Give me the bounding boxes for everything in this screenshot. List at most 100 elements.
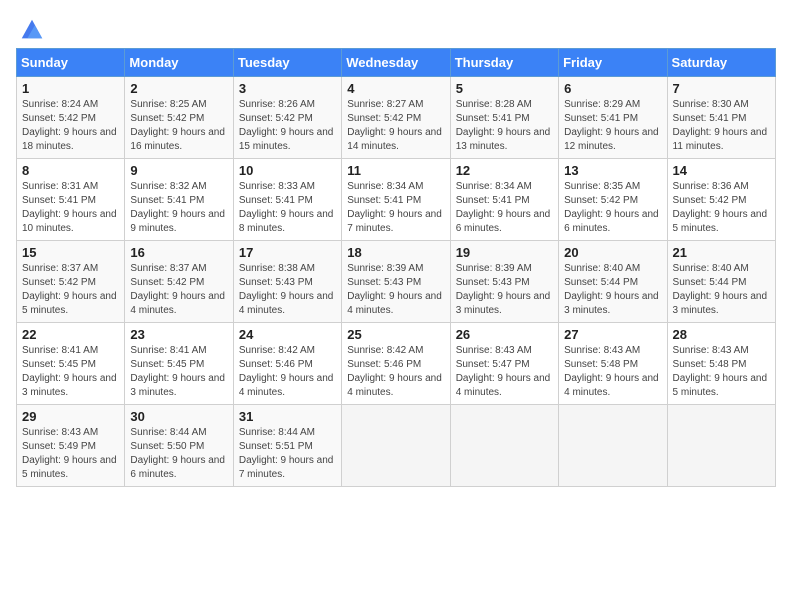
weekday-header-saturday: Saturday xyxy=(667,49,775,77)
day-number: 17 xyxy=(239,245,336,260)
day-number: 7 xyxy=(673,81,770,96)
weekday-header-thursday: Thursday xyxy=(450,49,558,77)
cell-info: Sunrise: 8:43 AM Sunset: 5:47 PM Dayligh… xyxy=(456,344,553,400)
day-number: 10 xyxy=(239,163,336,178)
cell-info: Sunrise: 8:37 AM Sunset: 5:42 PM Dayligh… xyxy=(22,262,119,318)
cell-info: Sunrise: 8:42 AM Sunset: 5:46 PM Dayligh… xyxy=(347,344,444,400)
day-number: 23 xyxy=(130,327,227,342)
day-number: 22 xyxy=(22,327,119,342)
weekday-header-wednesday: Wednesday xyxy=(342,49,450,77)
calendar-cell: 20 Sunrise: 8:40 AM Sunset: 5:44 PM Dayl… xyxy=(559,241,667,323)
day-number: 19 xyxy=(456,245,553,260)
calendar-cell: 13 Sunrise: 8:35 AM Sunset: 5:42 PM Dayl… xyxy=(559,159,667,241)
calendar-cell xyxy=(342,405,450,487)
day-number: 14 xyxy=(673,163,770,178)
cell-info: Sunrise: 8:35 AM Sunset: 5:42 PM Dayligh… xyxy=(564,180,661,236)
cell-info: Sunrise: 8:29 AM Sunset: 5:41 PM Dayligh… xyxy=(564,98,661,154)
calendar-cell: 22 Sunrise: 8:41 AM Sunset: 5:45 PM Dayl… xyxy=(17,323,125,405)
cell-info: Sunrise: 8:26 AM Sunset: 5:42 PM Dayligh… xyxy=(239,98,336,154)
calendar-cell: 1 Sunrise: 8:24 AM Sunset: 5:42 PM Dayli… xyxy=(17,77,125,159)
day-number: 2 xyxy=(130,81,227,96)
cell-info: Sunrise: 8:27 AM Sunset: 5:42 PM Dayligh… xyxy=(347,98,444,154)
calendar-cell: 14 Sunrise: 8:36 AM Sunset: 5:42 PM Dayl… xyxy=(667,159,775,241)
calendar-cell: 7 Sunrise: 8:30 AM Sunset: 5:41 PM Dayli… xyxy=(667,77,775,159)
day-number: 31 xyxy=(239,409,336,424)
weekday-header-tuesday: Tuesday xyxy=(233,49,341,77)
cell-info: Sunrise: 8:39 AM Sunset: 5:43 PM Dayligh… xyxy=(456,262,553,318)
calendar-cell: 28 Sunrise: 8:43 AM Sunset: 5:48 PM Dayl… xyxy=(667,323,775,405)
weekday-header-friday: Friday xyxy=(559,49,667,77)
calendar-cell: 21 Sunrise: 8:40 AM Sunset: 5:44 PM Dayl… xyxy=(667,241,775,323)
day-number: 6 xyxy=(564,81,661,96)
cell-info: Sunrise: 8:25 AM Sunset: 5:42 PM Dayligh… xyxy=(130,98,227,154)
cell-info: Sunrise: 8:31 AM Sunset: 5:41 PM Dayligh… xyxy=(22,180,119,236)
cell-info: Sunrise: 8:28 AM Sunset: 5:41 PM Dayligh… xyxy=(456,98,553,154)
day-number: 5 xyxy=(456,81,553,96)
calendar-cell: 16 Sunrise: 8:37 AM Sunset: 5:42 PM Dayl… xyxy=(125,241,233,323)
cell-info: Sunrise: 8:42 AM Sunset: 5:46 PM Dayligh… xyxy=(239,344,336,400)
day-number: 12 xyxy=(456,163,553,178)
calendar-cell: 9 Sunrise: 8:32 AM Sunset: 5:41 PM Dayli… xyxy=(125,159,233,241)
day-number: 21 xyxy=(673,245,770,260)
day-number: 11 xyxy=(347,163,444,178)
calendar-cell: 23 Sunrise: 8:41 AM Sunset: 5:45 PM Dayl… xyxy=(125,323,233,405)
calendar-cell: 29 Sunrise: 8:43 AM Sunset: 5:49 PM Dayl… xyxy=(17,405,125,487)
cell-info: Sunrise: 8:33 AM Sunset: 5:41 PM Dayligh… xyxy=(239,180,336,236)
day-number: 18 xyxy=(347,245,444,260)
day-number: 28 xyxy=(673,327,770,342)
calendar-cell: 10 Sunrise: 8:33 AM Sunset: 5:41 PM Dayl… xyxy=(233,159,341,241)
cell-info: Sunrise: 8:34 AM Sunset: 5:41 PM Dayligh… xyxy=(347,180,444,236)
day-number: 9 xyxy=(130,163,227,178)
calendar-cell: 24 Sunrise: 8:42 AM Sunset: 5:46 PM Dayl… xyxy=(233,323,341,405)
cell-info: Sunrise: 8:40 AM Sunset: 5:44 PM Dayligh… xyxy=(673,262,770,318)
day-number: 8 xyxy=(22,163,119,178)
calendar-cell: 6 Sunrise: 8:29 AM Sunset: 5:41 PM Dayli… xyxy=(559,77,667,159)
week-row-1: 1 Sunrise: 8:24 AM Sunset: 5:42 PM Dayli… xyxy=(17,77,776,159)
day-number: 27 xyxy=(564,327,661,342)
cell-info: Sunrise: 8:44 AM Sunset: 5:51 PM Dayligh… xyxy=(239,426,336,482)
calendar-cell: 11 Sunrise: 8:34 AM Sunset: 5:41 PM Dayl… xyxy=(342,159,450,241)
calendar-cell: 27 Sunrise: 8:43 AM Sunset: 5:48 PM Dayl… xyxy=(559,323,667,405)
cell-info: Sunrise: 8:34 AM Sunset: 5:41 PM Dayligh… xyxy=(456,180,553,236)
cell-info: Sunrise: 8:43 AM Sunset: 5:49 PM Dayligh… xyxy=(22,426,119,482)
day-number: 16 xyxy=(130,245,227,260)
weekday-header-row: SundayMondayTuesdayWednesdayThursdayFrid… xyxy=(17,49,776,77)
calendar-cell: 31 Sunrise: 8:44 AM Sunset: 5:51 PM Dayl… xyxy=(233,405,341,487)
cell-info: Sunrise: 8:41 AM Sunset: 5:45 PM Dayligh… xyxy=(130,344,227,400)
calendar-cell: 3 Sunrise: 8:26 AM Sunset: 5:42 PM Dayli… xyxy=(233,77,341,159)
day-number: 20 xyxy=(564,245,661,260)
day-number: 30 xyxy=(130,409,227,424)
calendar-cell: 18 Sunrise: 8:39 AM Sunset: 5:43 PM Dayl… xyxy=(342,241,450,323)
day-number: 15 xyxy=(22,245,119,260)
calendar-cell: 15 Sunrise: 8:37 AM Sunset: 5:42 PM Dayl… xyxy=(17,241,125,323)
cell-info: Sunrise: 8:43 AM Sunset: 5:48 PM Dayligh… xyxy=(564,344,661,400)
cell-info: Sunrise: 8:24 AM Sunset: 5:42 PM Dayligh… xyxy=(22,98,119,154)
calendar-cell: 4 Sunrise: 8:27 AM Sunset: 5:42 PM Dayli… xyxy=(342,77,450,159)
calendar-cell: 5 Sunrise: 8:28 AM Sunset: 5:41 PM Dayli… xyxy=(450,77,558,159)
day-number: 25 xyxy=(347,327,444,342)
calendar-cell: 30 Sunrise: 8:44 AM Sunset: 5:50 PM Dayl… xyxy=(125,405,233,487)
day-number: 29 xyxy=(22,409,119,424)
logo-icon xyxy=(18,16,46,44)
weekday-header-monday: Monday xyxy=(125,49,233,77)
day-number: 3 xyxy=(239,81,336,96)
cell-info: Sunrise: 8:37 AM Sunset: 5:42 PM Dayligh… xyxy=(130,262,227,318)
weekday-header-sunday: Sunday xyxy=(17,49,125,77)
calendar-cell xyxy=(559,405,667,487)
logo xyxy=(16,16,46,40)
week-row-5: 29 Sunrise: 8:43 AM Sunset: 5:49 PM Dayl… xyxy=(17,405,776,487)
week-row-3: 15 Sunrise: 8:37 AM Sunset: 5:42 PM Dayl… xyxy=(17,241,776,323)
cell-info: Sunrise: 8:30 AM Sunset: 5:41 PM Dayligh… xyxy=(673,98,770,154)
cell-info: Sunrise: 8:41 AM Sunset: 5:45 PM Dayligh… xyxy=(22,344,119,400)
calendar-cell: 2 Sunrise: 8:25 AM Sunset: 5:42 PM Dayli… xyxy=(125,77,233,159)
day-number: 1 xyxy=(22,81,119,96)
calendar-cell xyxy=(667,405,775,487)
cell-info: Sunrise: 8:39 AM Sunset: 5:43 PM Dayligh… xyxy=(347,262,444,318)
cell-info: Sunrise: 8:32 AM Sunset: 5:41 PM Dayligh… xyxy=(130,180,227,236)
calendar-table: SundayMondayTuesdayWednesdayThursdayFrid… xyxy=(16,48,776,487)
calendar-cell: 25 Sunrise: 8:42 AM Sunset: 5:46 PM Dayl… xyxy=(342,323,450,405)
cell-info: Sunrise: 8:36 AM Sunset: 5:42 PM Dayligh… xyxy=(673,180,770,236)
day-number: 26 xyxy=(456,327,553,342)
cell-info: Sunrise: 8:44 AM Sunset: 5:50 PM Dayligh… xyxy=(130,426,227,482)
cell-info: Sunrise: 8:38 AM Sunset: 5:43 PM Dayligh… xyxy=(239,262,336,318)
